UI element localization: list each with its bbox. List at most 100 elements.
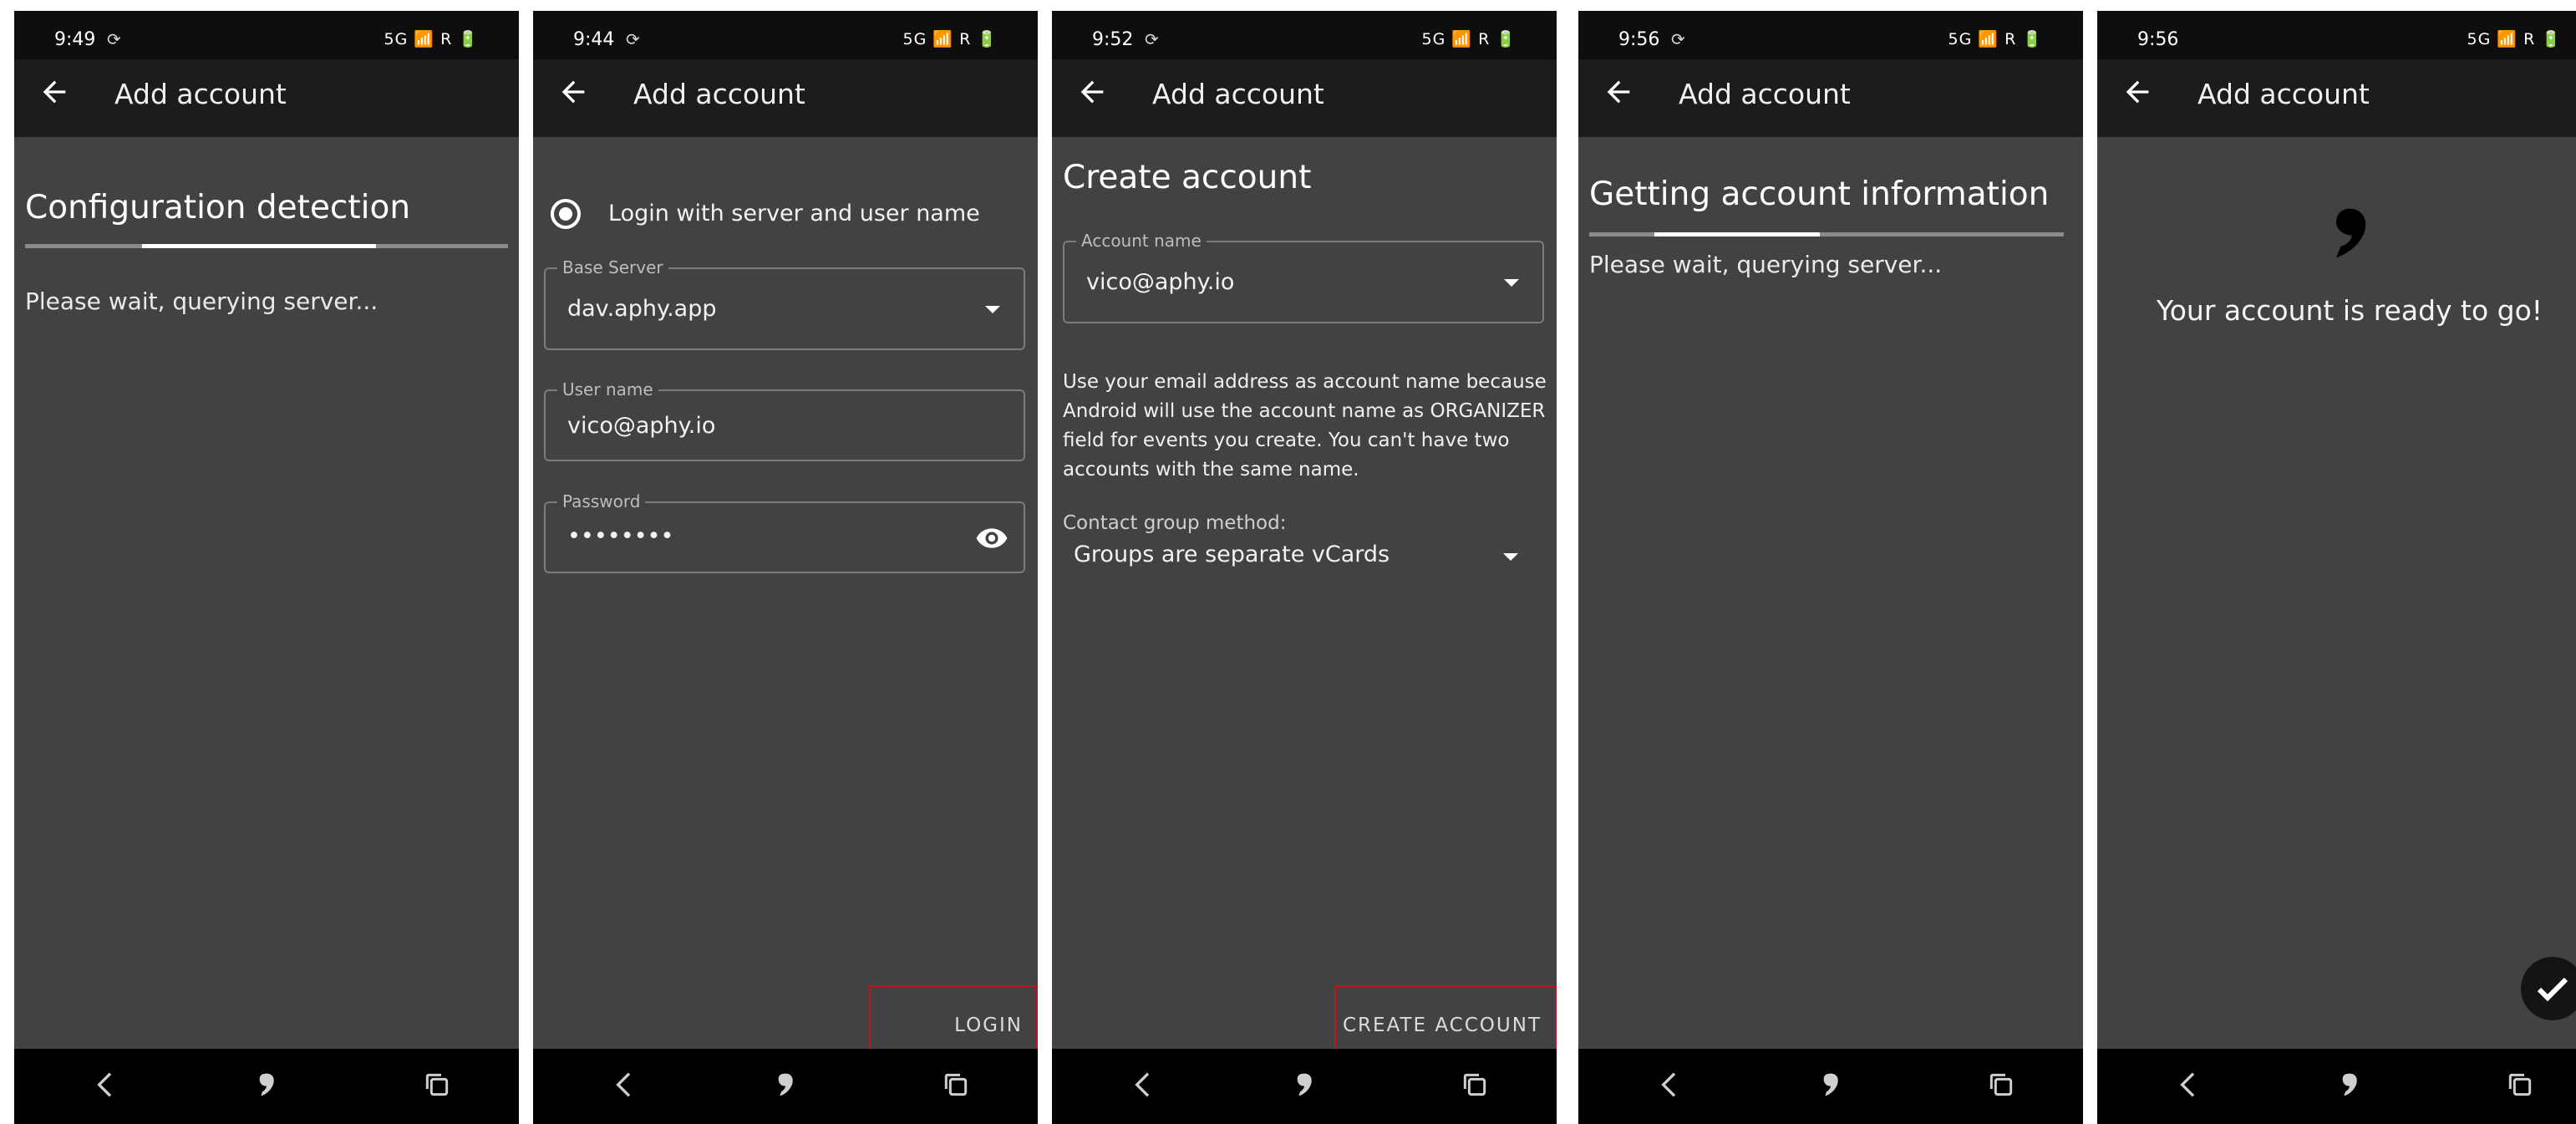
content: Create account Account name vico@aphy.io… [1052, 137, 1557, 1082]
status-time: 9:56 [1618, 29, 1660, 50]
system-nav-bar [1578, 1049, 2083, 1124]
signal-battery-icon: 5G 📶 R 🔋 [2467, 30, 2562, 48]
check-icon [2537, 977, 2568, 1002]
app-bar: Add account [1578, 59, 2083, 137]
dropdown-caret-icon[interactable] [985, 306, 1000, 313]
status-time: 9:44 [573, 29, 615, 50]
app-bar-title: Add account [1152, 78, 1324, 110]
progress-bar [1589, 232, 2064, 236]
account-name-help-text: Use your email address as account name b… [1063, 371, 1547, 481]
sync-icon: ⟳ [107, 29, 121, 49]
system-nav-bar [2097, 1049, 2576, 1124]
page-title: Getting account information [1589, 175, 2050, 213]
account-name-field[interactable]: Account name vico@aphy.io [1063, 231, 1544, 323]
phone-screen-getting-info: 9:56 ⟳ 5G 📶 R 🔋 Add account Getting acco… [1578, 11, 2083, 1124]
sync-icon: ⟳ [1671, 29, 1685, 49]
nav-recent-icon[interactable] [2503, 1068, 2537, 1101]
content: Getting account information Please wait,… [1578, 137, 2083, 1049]
username-label: User name [557, 379, 658, 399]
contact-group-label: Contact group method: [1063, 512, 1287, 534]
system-nav-bar [14, 1049, 519, 1124]
login-method-label[interactable]: Login with server and user name [608, 201, 980, 226]
app-bar-title: Add account [633, 78, 805, 110]
system-nav-bar [533, 1049, 1038, 1124]
password-value: •••••••• [567, 523, 674, 549]
back-arrow-icon[interactable] [556, 75, 590, 109]
status-bar: 9:44 ⟳ 5G 📶 R 🔋 [533, 11, 1038, 59]
system-nav-bar [1052, 1049, 1557, 1124]
nav-back-icon[interactable] [1127, 1068, 1161, 1101]
base-server-value: dav.aphy.app [567, 296, 717, 322]
davx5-logo-icon [2336, 208, 2366, 258]
status-bar: 9:56 5G 📶 R 🔋 [2097, 11, 2576, 59]
sync-icon: ⟳ [626, 29, 640, 49]
back-arrow-icon[interactable] [1602, 75, 1635, 109]
base-server-label: Base Server [557, 257, 668, 277]
page-title: Configuration detection [25, 189, 411, 226]
signal-battery-icon: 5G 📶 R 🔋 [1948, 30, 2043, 48]
nav-back-icon[interactable] [89, 1068, 123, 1101]
nav-recent-icon[interactable] [1458, 1068, 1491, 1101]
progress-fill [142, 244, 376, 248]
dropdown-caret-icon[interactable] [1503, 553, 1518, 561]
nav-back-icon[interactable] [2172, 1068, 2206, 1101]
app-bar-title: Add account [2197, 78, 2370, 110]
nav-home-icon[interactable] [250, 1068, 283, 1101]
username-value: vico@aphy.io [567, 413, 716, 439]
nav-home-icon[interactable] [2333, 1068, 2366, 1101]
sync-icon: ⟳ [1145, 29, 1159, 49]
finish-button[interactable] [2521, 957, 2576, 1020]
status-time: 9:49 [54, 29, 96, 50]
progress-fill [1654, 232, 1820, 236]
password-label: Password [557, 491, 646, 511]
account-ready-message: Your account is ready to go! [2156, 294, 2543, 327]
login-method-radio[interactable] [551, 199, 581, 229]
back-arrow-icon[interactable] [2121, 75, 2154, 109]
nav-home-icon[interactable] [1288, 1068, 1321, 1101]
base-server-field[interactable]: Base Server dav.aphy.app [544, 257, 1025, 350]
status-bar: 9:56 ⟳ 5G 📶 R 🔋 [1578, 11, 2083, 59]
signal-battery-icon: 5G 📶 R 🔋 [384, 30, 479, 48]
wait-message: Please wait, querying server... [25, 287, 379, 315]
phone-screen-config-detection: 9:49 ⟳ 5G 📶 R 🔋 Add account Configuratio… [14, 11, 519, 1124]
page-title: Create account [1063, 159, 1312, 196]
dropdown-caret-icon[interactable] [1504, 279, 1519, 287]
wait-message: Please wait, querying server... [1589, 251, 1943, 278]
progress-bar [25, 244, 508, 248]
account-name-label: Account name [1076, 231, 1207, 251]
username-field[interactable]: User name vico@aphy.io [544, 379, 1025, 461]
status-bar: 9:49 ⟳ 5G 📶 R 🔋 [14, 11, 519, 59]
app-bar: Add account [1052, 59, 1557, 137]
password-field[interactable]: Password •••••••• [544, 491, 1025, 573]
nav-home-icon[interactable] [769, 1068, 802, 1101]
content: Login with server and user name Base Ser… [533, 137, 1038, 1082]
status-time: 9:56 [2137, 29, 2179, 50]
nav-recent-icon[interactable] [939, 1068, 973, 1101]
content: Configuration detection Please wait, que… [14, 137, 519, 1049]
phone-screen-login: 9:44 ⟳ 5G 📶 R 🔋 Add account Login with s… [533, 11, 1038, 1124]
account-name-value: vico@aphy.io [1086, 269, 1235, 295]
app-bar-title: Add account [1679, 78, 1851, 110]
back-arrow-icon[interactable] [1075, 75, 1109, 109]
content: Your account is ready to go! [2097, 137, 2576, 1049]
app-bar: Add account [533, 59, 1038, 137]
signal-battery-icon: 5G 📶 R 🔋 [902, 30, 998, 48]
nav-recent-icon[interactable] [1984, 1068, 2018, 1101]
app-bar: Add account [2097, 59, 2576, 137]
app-bar: Add account [14, 59, 519, 137]
signal-battery-icon: 5G 📶 R 🔋 [1421, 30, 1517, 48]
app-bar-title: Add account [114, 78, 287, 110]
nav-home-icon[interactable] [1814, 1068, 1847, 1101]
phone-screen-account-ready: 9:56 5G 📶 R 🔋 Add account Your account i… [2097, 11, 2576, 1124]
nav-back-icon[interactable] [1654, 1068, 1687, 1101]
status-time: 9:52 [1092, 29, 1134, 50]
phone-screen-create-account: 9:52 ⟳ 5G 📶 R 🔋 Add account Create accou… [1052, 11, 1557, 1124]
eye-icon[interactable] [975, 521, 1009, 555]
nav-recent-icon[interactable] [420, 1068, 454, 1101]
radio-dot [559, 207, 572, 221]
contact-group-value: Groups are separate vCards [1074, 542, 1390, 567]
status-bar: 9:52 ⟳ 5G 📶 R 🔋 [1052, 11, 1557, 59]
nav-back-icon[interactable] [608, 1068, 642, 1101]
contact-group-select[interactable]: Groups are separate vCards [1052, 538, 1557, 575]
back-arrow-icon[interactable] [38, 75, 71, 109]
